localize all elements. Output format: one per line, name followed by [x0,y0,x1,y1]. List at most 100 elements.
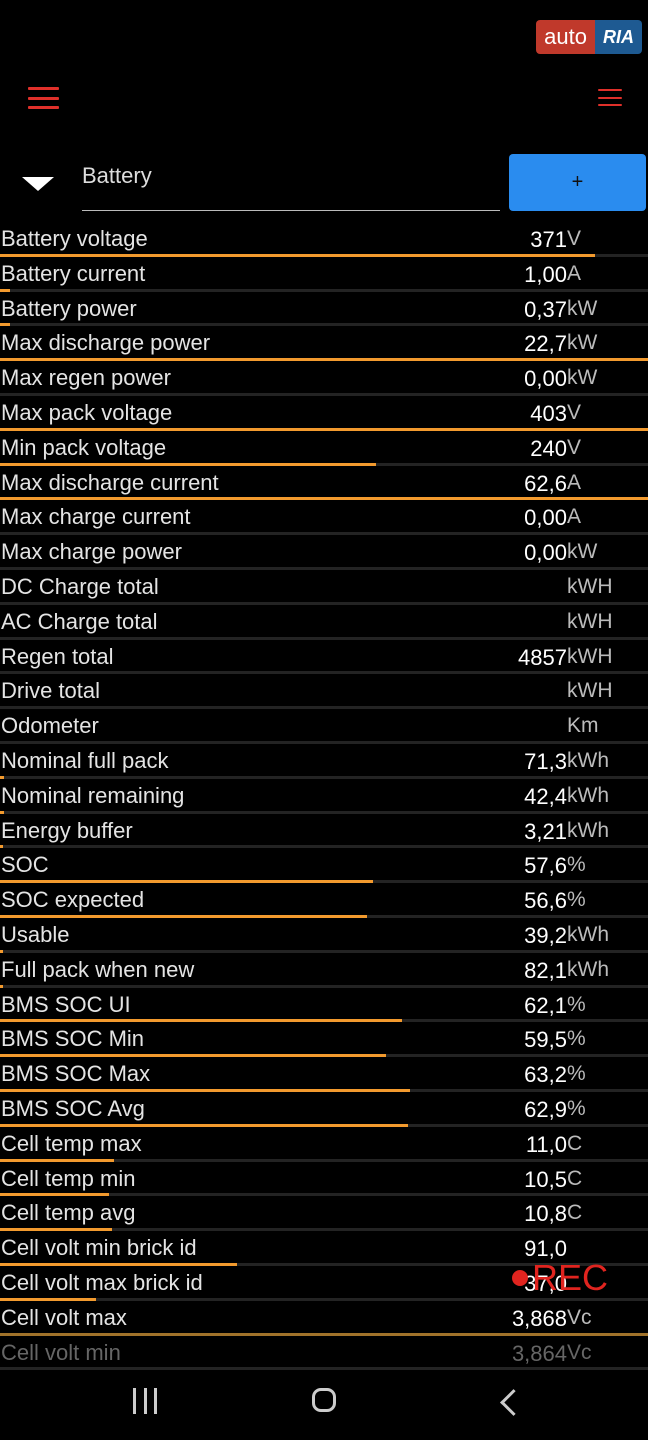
signal-row[interactable]: SOC expected 56,6% [0,883,648,918]
signal-row[interactable]: Cell temp max 11,0 C [0,1127,648,1162]
signal-unit: % [567,1027,586,1051]
back-icon[interactable] [500,1389,527,1416]
signal-unit: kW [567,366,598,390]
signal-row[interactable]: Battery power 0,37 kW [0,292,648,327]
signal-unit: % [567,1062,586,1086]
signal-unit: C [567,1201,583,1225]
signal-row[interactable]: BMS SOC UI 62,1% [0,988,648,1023]
signal-row[interactable]: Nominal remaining 42,4 kWh [0,779,648,814]
signal-value: 1,00 [524,261,567,287]
signal-row[interactable]: Odometer Km [0,709,648,744]
signal-row[interactable]: Usable 39,2 kWh [0,918,648,953]
signal-row[interactable]: SOC 57,6% [0,848,648,884]
signal-label: BMS SOC Max [1,1061,151,1087]
signal-unit: A [567,505,582,529]
signal-row[interactable]: DC Charge total kWH [0,570,648,605]
signal-label: Battery current [1,260,146,286]
menu-icon-left[interactable] [28,87,59,109]
signal-row[interactable]: BMS SOC Avg 62,9% [0,1092,648,1127]
signal-unit: V [567,227,582,250]
signal-value: 0,00 [524,540,567,566]
signal-label: Nominal remaining [1,782,185,808]
signal-row[interactable]: Max discharge power 22,7 kW [0,326,648,362]
signal-row[interactable]: Battery current 1,00 A [0,257,648,292]
recording-indicator: REC [512,1257,608,1299]
signal-label: AC Charge total [1,608,158,634]
signal-value: 10,8 [524,1201,567,1227]
add-button[interactable]: + [509,154,646,211]
signal-value: 82,1 [524,957,567,983]
autoria-watermark: auto RIA [536,20,642,54]
recents-icon[interactable] [133,1388,157,1414]
signal-unit: V [567,435,582,459]
signal-label: Cell temp min [1,1165,136,1191]
signal-unit: A [567,470,582,494]
signal-value: 22,7 [524,331,567,357]
signal-row[interactable]: Energy buffer 3,21 kWh [0,814,648,849]
signal-label: Min pack voltage [1,434,167,460]
signal-row[interactable]: BMS SOC Max 63,2% [0,1057,648,1092]
signal-label: SOC [1,852,49,878]
signal-row[interactable]: Cell temp min 10,5 C [0,1162,648,1197]
signal-value: 59,5 [524,1027,567,1053]
signal-value: 56,6 [524,888,567,914]
signal-value: 62,6 [524,470,567,496]
signal-value: 3,864 [511,1340,567,1366]
signal-label: Max regen power [1,365,171,391]
record-dot-icon [512,1270,528,1286]
signal-row[interactable]: Cell volt max 3,868 Vc [0,1301,648,1336]
system-nav-bar [0,1370,648,1440]
signal-unit: Vc [567,1340,592,1364]
filter-input[interactable]: Battery [82,158,500,211]
signal-value: 3,21 [524,818,567,844]
dropdown-arrow-icon[interactable] [22,177,54,191]
signal-row[interactable]: Nominal full pack 71,3 kWh [0,744,648,779]
signal-value: 240 [530,435,567,461]
signal-unit: kWh [567,957,609,981]
signal-row[interactable]: Max pack voltage 403 V [0,396,648,431]
signal-label: Cell volt max [1,1304,127,1330]
signal-value: 62,1 [524,992,567,1018]
menu-icon-right[interactable] [598,89,622,106]
signal-label: Cell volt min brick id [1,1235,197,1261]
signal-unit: A [567,261,582,285]
signal-value: 371 [530,227,567,252]
signal-value: 63,2 [524,1062,567,1088]
signal-row[interactable]: Full pack when new 82,1 kWh [0,953,648,988]
signal-label: Odometer [1,713,99,739]
signal-row[interactable]: Min pack voltage 240 V [0,431,648,466]
signal-row[interactable]: Max charge current 0,00 A [0,500,648,536]
signal-row[interactable]: Max discharge current 62,6 A [0,466,648,501]
signal-unit: kWh [567,748,609,772]
signal-row[interactable]: Max charge power 0,00 kW [0,535,648,570]
signal-value: 0,37 [524,296,567,322]
signal-label: DC Charge total [1,573,159,599]
signal-unit: kWH [567,609,613,633]
signal-label: BMS SOC Min [1,1026,145,1052]
signal-row[interactable]: Regen total 4857 kWH [0,640,648,675]
signal-row[interactable]: Battery voltage 371 V [0,222,648,257]
home-icon[interactable] [312,1388,336,1412]
signal-row[interactable]: BMS SOC Min 59,5% [0,1022,648,1058]
signal-label: Max pack voltage [1,399,173,425]
signal-label: Energy buffer [1,817,133,843]
signal-unit: C [567,1131,583,1155]
signal-unit: kWH [567,679,613,703]
signal-label: Cell temp avg [1,1200,136,1226]
signal-row[interactable]: Cell temp avg 10,8 C [0,1196,648,1232]
signal-row[interactable]: AC Charge total kWH [0,605,648,640]
signal-row[interactable]: Max regen power 0,00 kW [0,361,648,396]
signal-unit: % [567,1096,586,1120]
signal-unit: % [567,853,586,877]
signal-label: Drive total [1,678,101,704]
signal-row[interactable]: Drive total kWH [0,674,648,710]
signal-unit: kWH [567,644,613,668]
signal-label: Cell volt min [1,1339,121,1365]
signal-value: 4857 [518,644,567,670]
signal-label: Battery power [1,295,137,321]
signal-unit: C [567,1166,583,1190]
watermark-auto-text: auto [536,20,595,54]
signal-value: 0,00 [524,366,567,392]
signal-row[interactable]: Cell volt min 3,864 Vc [0,1336,648,1371]
signal-label: Full pack when new [1,956,195,982]
